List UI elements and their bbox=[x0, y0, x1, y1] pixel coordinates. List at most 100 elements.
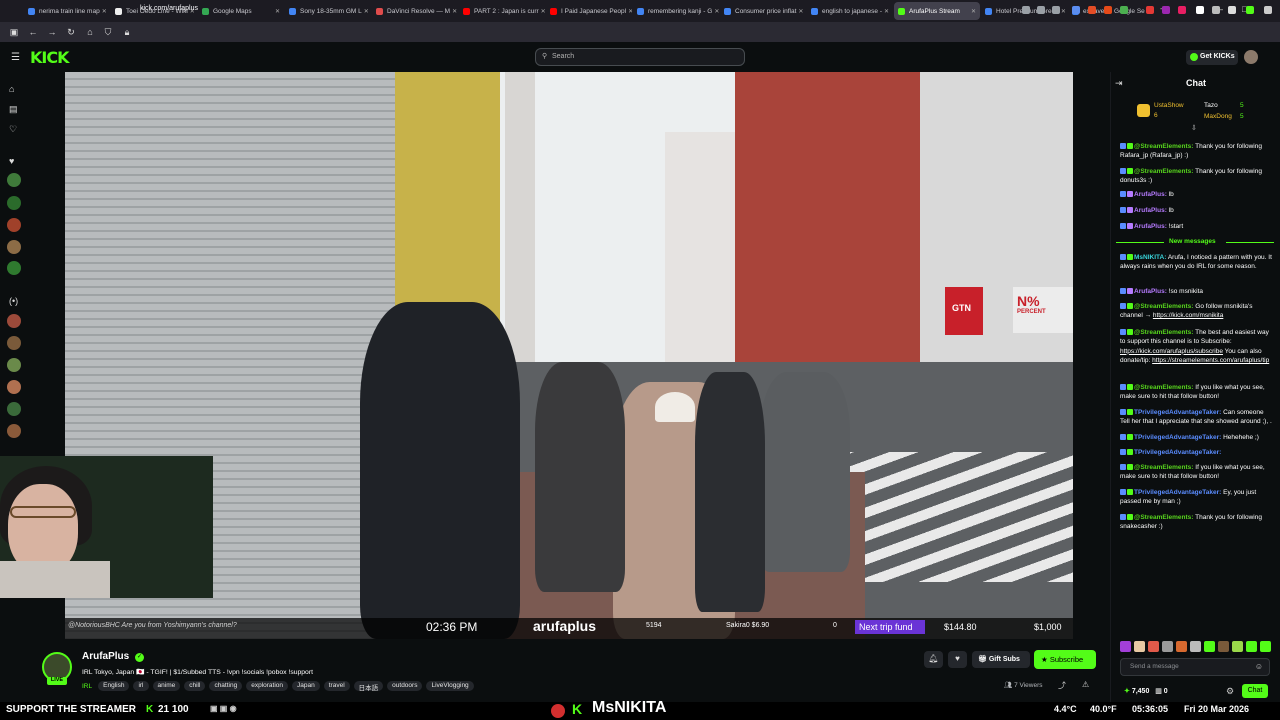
sidebar-toggle-icon[interactable]: ▣ bbox=[9, 27, 19, 38]
ext-icon-2[interactable] bbox=[1037, 6, 1045, 14]
leader-name[interactable]: MaxDong bbox=[1204, 113, 1232, 120]
emote-icon[interactable] bbox=[1134, 641, 1145, 652]
followed-channel-avatar[interactable] bbox=[7, 218, 21, 232]
ext-icon-12[interactable] bbox=[1246, 6, 1254, 14]
ext-icon-8[interactable] bbox=[1162, 6, 1170, 14]
share-icon[interactable]: ⤴ bbox=[1058, 680, 1066, 691]
browser-tab[interactable]: PART 2 : Japan is curr ✕ bbox=[459, 2, 545, 20]
browser-tab[interactable]: remembering kanji - G ✕ bbox=[633, 2, 719, 20]
browser-tab[interactable]: Sony 18-35mm GM L ✕ bbox=[285, 2, 371, 20]
reload-icon[interactable]: ↻ bbox=[66, 27, 76, 38]
follow-heart-icon[interactable]: ♥ bbox=[948, 651, 967, 668]
emote-icon[interactable] bbox=[1246, 641, 1257, 652]
tag-chip[interactable]: chill bbox=[184, 681, 206, 691]
chat-link[interactable]: https://streamelements.com/arufaplus/tip bbox=[1152, 357, 1269, 364]
kick-logo[interactable]: KICK bbox=[30, 48, 69, 67]
tag-chip[interactable]: Japan bbox=[292, 681, 320, 691]
emote-icon[interactable] bbox=[1162, 641, 1173, 652]
chat-username[interactable]: @StreamElements: bbox=[1134, 143, 1193, 150]
close-tab-icon[interactable]: ✕ bbox=[539, 8, 545, 15]
followed-channel-avatar[interactable] bbox=[7, 240, 21, 254]
ext-icon-6[interactable] bbox=[1120, 6, 1128, 14]
tag-chip[interactable]: LiveVlogging bbox=[426, 681, 474, 691]
chat-username[interactable]: @StreamElements: bbox=[1134, 464, 1193, 471]
chat-username[interactable]: ArufaPlus: bbox=[1134, 223, 1167, 230]
tag-chip[interactable]: exploration bbox=[246, 681, 289, 691]
recommended-channel-avatar[interactable] bbox=[7, 336, 21, 350]
emoji-icon[interactable]: ☺ bbox=[1255, 662, 1263, 671]
chat-link[interactable]: https://kick.com/arufaplus/subscribe bbox=[1120, 348, 1223, 355]
ext-icon-10[interactable] bbox=[1196, 6, 1204, 14]
emote-icon[interactable] bbox=[1204, 641, 1215, 652]
followed-channel-avatar[interactable] bbox=[7, 173, 21, 187]
chat-username[interactable]: @StreamElements: bbox=[1134, 168, 1193, 175]
emote-icon[interactable] bbox=[1232, 641, 1243, 652]
emote-icon[interactable] bbox=[1176, 641, 1187, 652]
hamburger-menu-icon[interactable]: ☰ bbox=[11, 52, 20, 63]
close-tab-icon[interactable]: ✕ bbox=[100, 8, 107, 15]
ext-icon-11[interactable] bbox=[1212, 6, 1220, 14]
following-nav-icon[interactable]: ♡ bbox=[9, 124, 17, 135]
browse-nav-icon[interactable]: ▤ bbox=[9, 104, 18, 115]
leader-name[interactable]: UstaShow bbox=[1154, 102, 1184, 109]
recommended-channel-avatar[interactable] bbox=[7, 314, 21, 328]
close-tab-icon[interactable]: ✕ bbox=[969, 8, 976, 15]
emote-icon[interactable] bbox=[1148, 641, 1159, 652]
recommended-channel-avatar[interactable] bbox=[7, 402, 21, 416]
followed-channel-avatar[interactable] bbox=[7, 196, 21, 210]
emote-icon[interactable] bbox=[1260, 641, 1271, 652]
close-tab-icon[interactable]: ✕ bbox=[712, 8, 719, 15]
tag-chip[interactable]: outdoors bbox=[387, 681, 423, 691]
menu-icon[interactable] bbox=[1264, 6, 1272, 14]
chat-username[interactable]: @StreamElements: bbox=[1134, 329, 1193, 336]
ext-icon-1[interactable] bbox=[1022, 6, 1030, 14]
close-tab-icon[interactable]: ✕ bbox=[626, 8, 632, 15]
chat-username[interactable]: ArufaPlus: bbox=[1134, 288, 1167, 295]
lock-icon[interactable]: 🔒︎ bbox=[122, 27, 132, 38]
browser-tab[interactable]: Google Maps ✕ bbox=[198, 2, 284, 20]
chat-link[interactable]: https://kick.com/msnikita bbox=[1153, 312, 1223, 319]
pin-icon[interactable]: ⇩ bbox=[1191, 124, 1197, 132]
chat-username[interactable]: TPrivilegedAdvantageTaker: bbox=[1134, 409, 1221, 416]
tag-chip[interactable]: English bbox=[98, 681, 130, 691]
url-field[interactable]: kick.com/arufaplus bbox=[140, 5, 198, 12]
leader-name[interactable]: Tazo bbox=[1204, 102, 1218, 109]
home-nav-icon[interactable]: ⌂ bbox=[9, 84, 14, 94]
user-avatar[interactable] bbox=[1244, 50, 1258, 64]
chat-username[interactable]: @StreamElements: bbox=[1134, 514, 1193, 521]
bookmark-star-icon[interactable] bbox=[1052, 6, 1060, 14]
tag-chip[interactable]: travel bbox=[323, 681, 350, 691]
browser-tab[interactable]: I Paid Japanese Peopl ✕ bbox=[546, 2, 632, 20]
ext-icon-9[interactable] bbox=[1178, 6, 1186, 14]
gift-subs-button[interactable]: 🎁︎ Gift Subs bbox=[972, 651, 1030, 668]
browser-tab[interactable]: DaVinci Resolve — M ✕ bbox=[372, 2, 458, 20]
followed-channel-avatar[interactable] bbox=[7, 261, 21, 275]
collapse-chat-icon[interactable]: ⇥ bbox=[1115, 78, 1123, 89]
browser-tab[interactable]: ArufaPlus Stream ✕ bbox=[894, 2, 980, 20]
account-icon[interactable] bbox=[1228, 6, 1236, 14]
channel-name[interactable]: ArufaPlus bbox=[82, 651, 129, 662]
chat-settings-icon[interactable]: ⚙ bbox=[1226, 686, 1234, 697]
browser-tab[interactable]: Consumer price inflat ✕ bbox=[720, 2, 806, 20]
emote-icon[interactable] bbox=[1218, 641, 1229, 652]
ext-icon-4[interactable] bbox=[1088, 6, 1096, 14]
chat-input[interactable]: Send a message ☺ bbox=[1120, 658, 1270, 676]
recommended-channel-avatar[interactable] bbox=[7, 380, 21, 394]
chat-username[interactable]: MsNIKITA: bbox=[1134, 254, 1166, 261]
chat-username[interactable]: @StreamElements: bbox=[1134, 303, 1193, 310]
notification-bell-icon[interactable]: 🔔︎ bbox=[924, 651, 943, 668]
chat-username[interactable]: TPrivilegedAdvantageTaker: bbox=[1134, 434, 1221, 441]
chat-username[interactable]: ArufaPlus: bbox=[1134, 191, 1167, 198]
back-icon[interactable]: ← bbox=[28, 27, 38, 37]
emote-icon[interactable] bbox=[1190, 641, 1201, 652]
emote-icon[interactable] bbox=[1120, 641, 1131, 652]
ext-icon-5[interactable] bbox=[1104, 6, 1112, 14]
search-input[interactable]: ⚲ Search bbox=[535, 48, 745, 66]
ext-icon-3[interactable] bbox=[1072, 6, 1080, 14]
tag-chip[interactable]: chatting bbox=[209, 681, 243, 691]
chat-send-button[interactable]: Chat bbox=[1242, 684, 1268, 698]
report-icon[interactable]: ⚠ bbox=[1082, 680, 1089, 689]
close-tab-icon[interactable]: ✕ bbox=[796, 8, 803, 15]
browser-tab[interactable]: nerima train line map ✕ bbox=[24, 2, 110, 20]
close-tab-icon[interactable]: ✕ bbox=[273, 8, 280, 15]
